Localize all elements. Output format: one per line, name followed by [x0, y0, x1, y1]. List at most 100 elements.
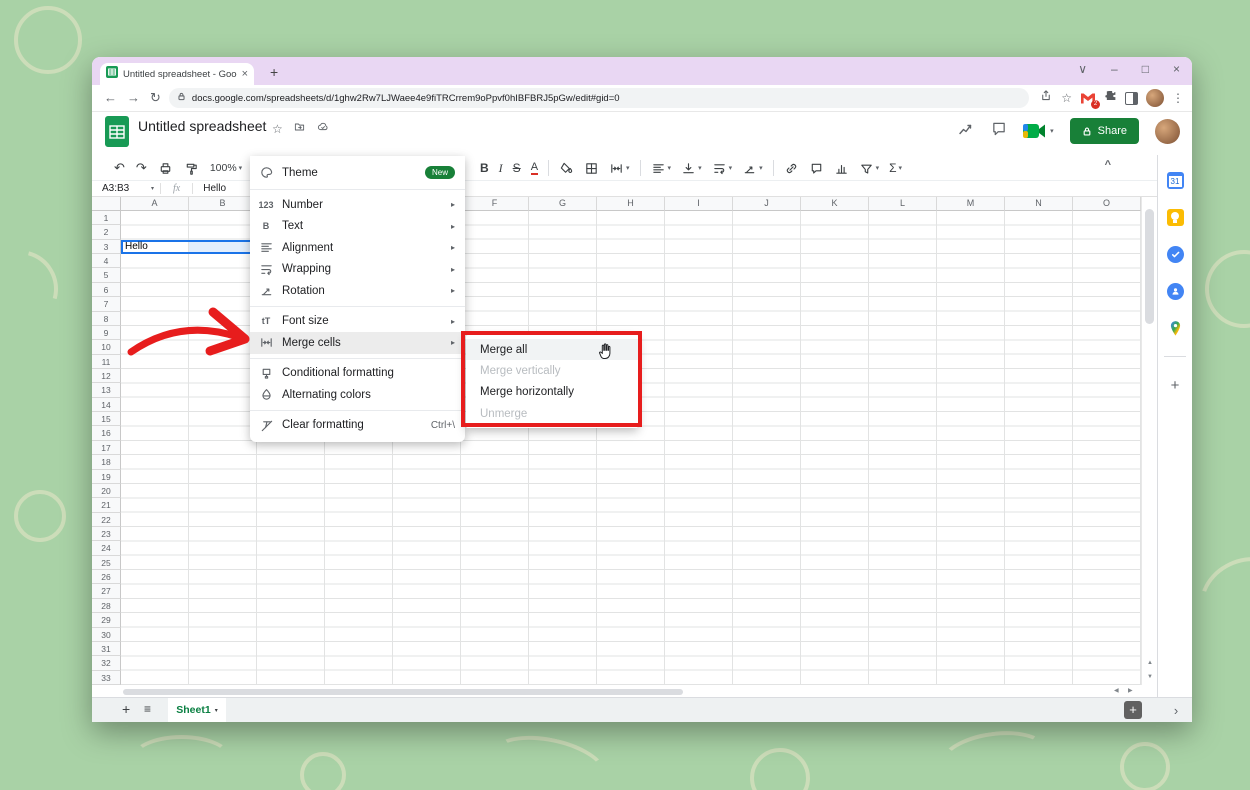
window-chevron-icon[interactable]: ∨ — [1078, 62, 1087, 76]
format-menu-item-number[interactable]: 123Number▸ — [250, 194, 465, 216]
sheets-logo-icon[interactable] — [105, 116, 129, 152]
insert-chart-button[interactable] — [834, 161, 849, 176]
meet-call-button[interactable]: ▾ — [1023, 123, 1054, 139]
comment-history-icon[interactable] — [991, 121, 1007, 141]
insert-comment-button[interactable] — [809, 161, 824, 176]
column-header-F[interactable]: F — [461, 197, 529, 211]
row-header-29[interactable]: 29 — [92, 613, 121, 627]
row-header-4[interactable]: 4 — [92, 254, 121, 268]
column-header-N[interactable]: N — [1005, 197, 1073, 211]
print-button[interactable] — [158, 161, 173, 176]
column-header-B[interactable]: B — [189, 197, 257, 211]
side-panel-toggle-icon[interactable] — [1125, 92, 1138, 105]
extensions-puzzle-icon[interactable] — [1104, 89, 1117, 107]
row-header-31[interactable]: 31 — [92, 642, 121, 656]
name-box-dropdown-icon[interactable]: ▾ — [151, 185, 154, 192]
filter-button[interactable]: ▾ — [859, 161, 880, 176]
all-sheets-icon[interactable]: ≡ — [144, 702, 151, 716]
browser-profile-avatar[interactable] — [1146, 89, 1164, 107]
column-header-H[interactable]: H — [597, 197, 665, 211]
show-side-panel-icon[interactable]: › — [1164, 698, 1188, 723]
row-header-23[interactable]: 23 — [92, 527, 121, 541]
scroll-right-icon[interactable]: ▶ — [1128, 687, 1133, 694]
row-header-20[interactable]: 20 — [92, 484, 121, 498]
column-header-I[interactable]: I — [665, 197, 733, 211]
maximize-button[interactable]: □ — [1142, 62, 1149, 76]
name-box[interactable]: A3:B3 ▾ — [92, 183, 160, 194]
format-menu-item-merge-cells[interactable]: Merge cells▸ — [250, 332, 465, 354]
paint-format-button[interactable] — [184, 161, 199, 176]
document-title[interactable]: Untitled spreadsheet — [138, 118, 266, 134]
format-menu-item-alignment[interactable]: Alignment▸ — [250, 237, 465, 259]
side-panel-calendar-icon[interactable]: 31 — [1166, 171, 1184, 189]
italic-button[interactable]: I — [499, 161, 503, 176]
forward-button[interactable]: → — [127, 90, 140, 106]
row-header-22[interactable]: 22 — [92, 513, 121, 527]
column-header-K[interactable]: K — [801, 197, 869, 211]
format-menu-item-wrapping[interactable]: Wrapping▸ — [250, 259, 465, 281]
row-header-32[interactable]: 32 — [92, 656, 121, 670]
row-header-21[interactable]: 21 — [92, 498, 121, 512]
column-header-M[interactable]: M — [937, 197, 1005, 211]
bookmark-star-icon[interactable]: ☆ — [1061, 91, 1072, 105]
add-sheet-button[interactable]: + — [122, 701, 130, 717]
row-header-3[interactable]: 3 — [92, 240, 121, 254]
row-header-18[interactable]: 18 — [92, 455, 121, 469]
sheet-tab-sheet1[interactable]: Sheet1 ▾ — [168, 698, 226, 722]
activity-stats-icon[interactable] — [958, 122, 975, 141]
scroll-left-icon[interactable]: ◀ — [1114, 687, 1119, 694]
reload-button[interactable]: ↻ — [150, 90, 161, 106]
side-panel-tasks-icon[interactable] — [1166, 245, 1184, 263]
column-header-O[interactable]: O — [1073, 197, 1141, 211]
row-header-2[interactable]: 2 — [92, 225, 121, 239]
explore-button[interactable]: + — [1124, 701, 1142, 719]
column-header-A[interactable]: A — [121, 197, 189, 211]
format-menu-item-theme[interactable]: ThemeNew — [250, 160, 465, 185]
close-button[interactable]: × — [1173, 62, 1180, 76]
text-rotation-button[interactable]: ▾ — [742, 161, 763, 176]
scroll-up-icon[interactable]: ▲ — [1142, 657, 1158, 670]
row-header-14[interactable]: 14 — [92, 398, 121, 412]
share-page-icon[interactable] — [1039, 89, 1053, 107]
row-header-30[interactable]: 30 — [92, 628, 121, 642]
functions-button[interactable]: Σ▾ — [889, 161, 902, 175]
vertical-scrollbar[interactable]: ▲ ▼ — [1141, 197, 1157, 685]
select-all-corner[interactable] — [92, 197, 121, 211]
row-header-25[interactable]: 25 — [92, 556, 121, 570]
row-header-5[interactable]: 5 — [92, 268, 121, 282]
row-header-28[interactable]: 28 — [92, 599, 121, 613]
row-header-13[interactable]: 13 — [92, 383, 121, 397]
formula-input[interactable]: Hello — [193, 183, 226, 194]
row-header-17[interactable]: 17 — [92, 441, 121, 455]
new-tab-button[interactable]: + — [264, 62, 284, 82]
text-color-button[interactable]: A — [531, 162, 538, 175]
undo-button[interactable]: ↶ — [114, 160, 125, 176]
scroll-down-icon[interactable]: ▼ — [1142, 671, 1158, 684]
row-header-26[interactable]: 26 — [92, 570, 121, 584]
side-panel-keep-icon[interactable] — [1166, 208, 1184, 226]
horizontal-scrollbar-thumb[interactable] — [123, 689, 683, 695]
cloud-status-icon[interactable] — [316, 121, 330, 136]
text-wrapping-button[interactable]: ▾ — [712, 161, 733, 176]
row-header-15[interactable]: 15 — [92, 412, 121, 426]
column-header-G[interactable]: G — [529, 197, 597, 211]
format-menu-item-conditional-formatting[interactable]: Conditional formatting — [250, 363, 465, 385]
minimize-button[interactable]: – — [1111, 62, 1118, 76]
horizontal-align-button[interactable]: ▾ — [651, 161, 672, 176]
format-menu-item-clear-formatting[interactable]: Clear formattingCtrl+\ — [250, 415, 465, 437]
back-button[interactable]: ← — [104, 90, 117, 106]
cell-A3-value[interactable]: Hello — [125, 240, 148, 254]
meet-dropdown-icon[interactable]: ▾ — [1050, 127, 1054, 135]
hide-menus-icon[interactable]: ^ — [1105, 159, 1111, 171]
side-panel-contacts-icon[interactable] — [1166, 282, 1184, 300]
format-menu-item-font-size[interactable]: tTFont size▸ — [250, 311, 465, 333]
zoom-button[interactable]: 100%▾ — [210, 162, 242, 174]
format-menu-item-text[interactable]: BText▸ — [250, 216, 465, 238]
row-header-33[interactable]: 33 — [92, 671, 121, 685]
fill-color-button[interactable] — [559, 161, 574, 176]
move-folder-icon[interactable] — [293, 121, 306, 136]
side-panel-maps-icon[interactable] — [1166, 319, 1184, 337]
browser-tab[interactable]: Untitled spreadsheet - Google S × — [100, 63, 254, 85]
profile-avatar[interactable] — [1155, 119, 1180, 144]
tab-close-icon[interactable]: × — [242, 68, 248, 80]
